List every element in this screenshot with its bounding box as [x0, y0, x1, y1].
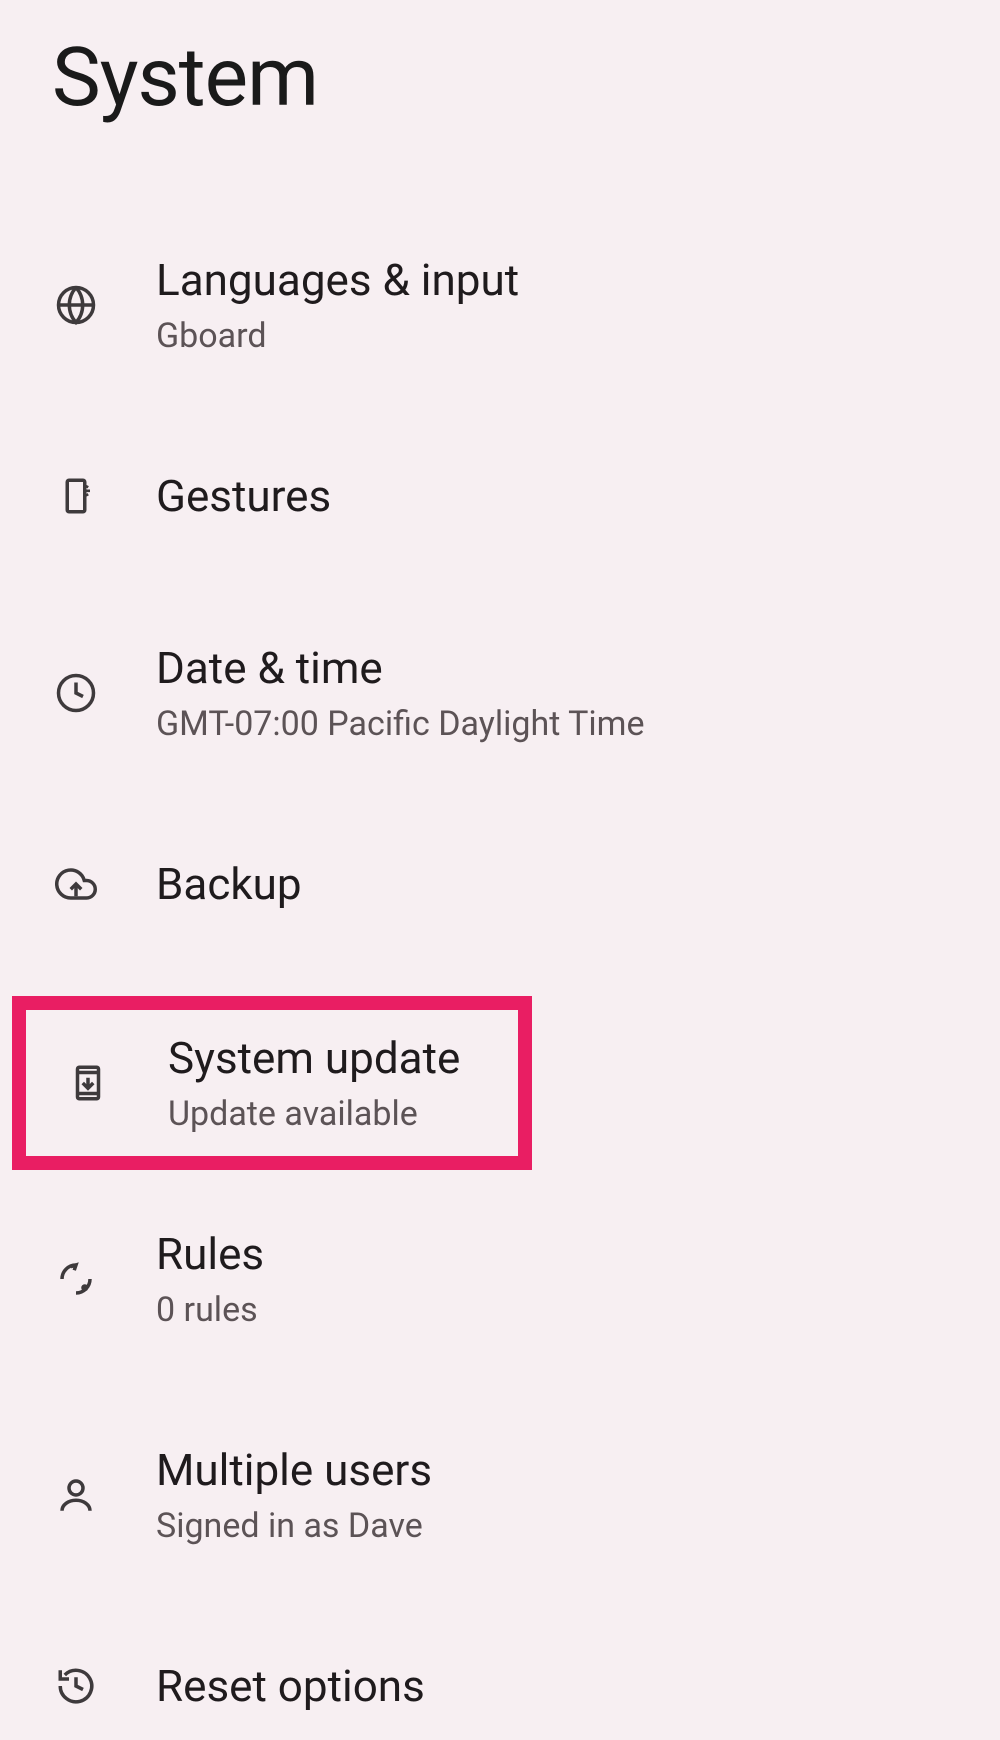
cloud-upload-icon — [52, 860, 100, 908]
settings-list: Languages & input Gboard Gestures Date &… — [0, 226, 1000, 1740]
setting-item-subtitle: Signed in as Dave — [156, 1506, 432, 1546]
setting-item-title: Languages & input — [156, 254, 519, 306]
setting-item-subtitle: Gboard — [156, 316, 519, 356]
globe-icon — [52, 281, 100, 329]
setting-item-subtitle: 0 rules — [156, 1290, 264, 1330]
gestures-icon — [52, 472, 100, 520]
setting-item-title: System update — [168, 1032, 460, 1084]
page-title: System — [0, 0, 1000, 126]
history-icon — [52, 1662, 100, 1710]
setting-item-title: Reset options — [156, 1660, 425, 1712]
system-update-icon — [64, 1059, 112, 1107]
setting-item-languages-input[interactable]: Languages & input Gboard — [0, 226, 1000, 384]
setting-item-date-time[interactable]: Date & time GMT-07:00 Pacific Daylight T… — [0, 614, 1000, 772]
setting-item-rules[interactable]: Rules 0 rules — [0, 1200, 1000, 1358]
setting-item-multiple-users[interactable]: Multiple users Signed in as Dave — [0, 1416, 1000, 1574]
setting-item-backup[interactable]: Backup — [0, 830, 1000, 938]
rules-icon — [52, 1255, 100, 1303]
setting-item-subtitle: GMT-07:00 Pacific Daylight Time — [156, 704, 644, 744]
setting-item-title: Gestures — [156, 470, 331, 522]
setting-item-title: Date & time — [156, 642, 644, 694]
setting-item-title: Multiple users — [156, 1444, 432, 1496]
setting-item-gestures[interactable]: Gestures — [0, 442, 1000, 550]
setting-item-subtitle: Update available — [168, 1094, 460, 1134]
setting-item-reset-options[interactable]: Reset options — [0, 1632, 1000, 1740]
clock-icon — [52, 669, 100, 717]
setting-item-title: Backup — [156, 858, 302, 910]
person-icon — [52, 1471, 100, 1519]
setting-item-title: Rules — [156, 1228, 264, 1280]
setting-item-system-update[interactable]: System update Update available — [12, 996, 532, 1170]
